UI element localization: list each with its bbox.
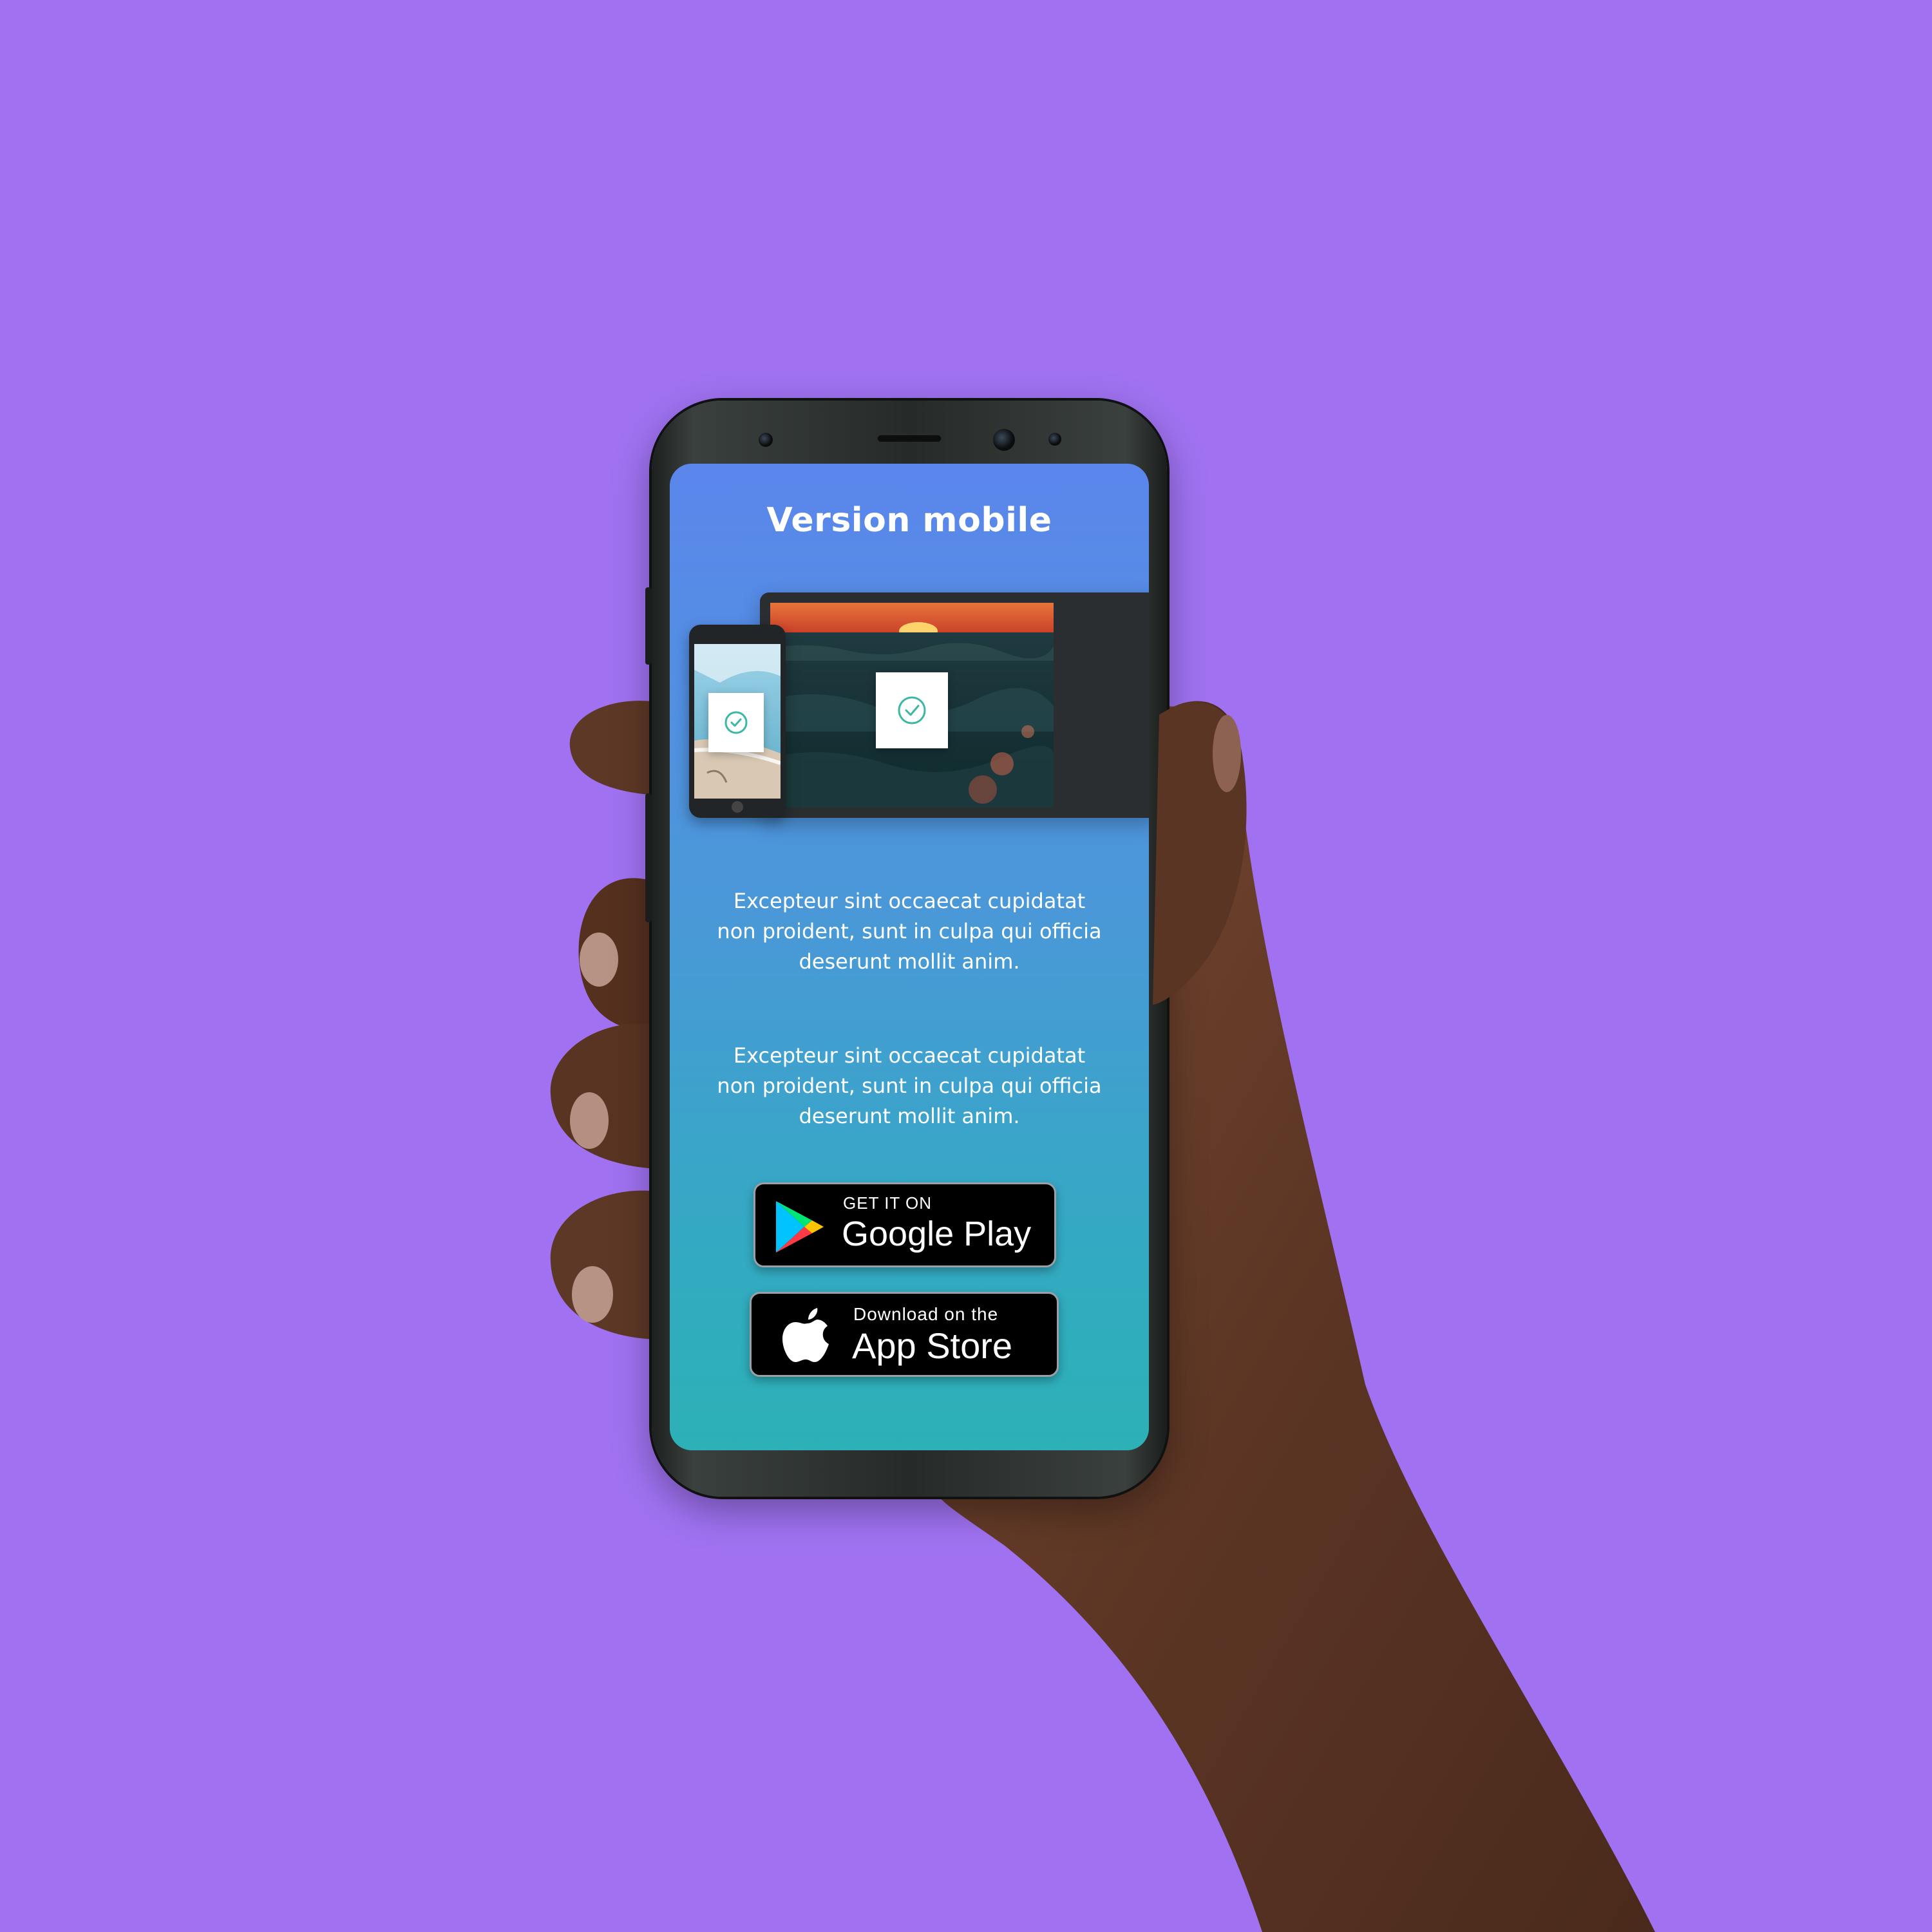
google-play-icon <box>776 1201 824 1253</box>
page-title: Version mobile <box>766 501 1052 540</box>
phone-device: Version mobile Excepteur sint occaecat c… <box>645 401 1167 1497</box>
volume-button <box>645 587 652 665</box>
bixby-button <box>645 793 652 922</box>
tablet-screen <box>770 603 1054 808</box>
mini-phone-mockup <box>689 625 786 818</box>
app-store-button[interactable]: Download on the App Store <box>750 1292 1059 1377</box>
phone-screen: Version mobile Excepteur sint occaecat c… <box>670 464 1149 1450</box>
google-play-small-label: GET IT ON <box>843 1193 933 1213</box>
app-store-small-label: Download on the <box>853 1304 999 1324</box>
check-circle-icon <box>898 696 926 724</box>
devices-illustration <box>689 592 1149 824</box>
google-play-big-label: Google Play <box>842 1215 1032 1253</box>
google-play-button[interactable]: GET IT ON Google Play <box>753 1182 1056 1267</box>
mini-phone-screen <box>694 644 781 799</box>
description-paragraph-1: Excepteur sint occaecat cupidatat non pr… <box>717 889 1102 974</box>
tablet-check-card <box>876 672 948 748</box>
earpiece-speaker <box>877 434 942 442</box>
app-store-big-label: App Store <box>852 1325 1013 1366</box>
iris-sensor-icon <box>1048 433 1061 446</box>
front-camera-icon <box>993 429 1015 451</box>
home-button <box>732 801 743 813</box>
description-paragraph-2: Excepteur sint occaecat cupidatat non pr… <box>717 1043 1102 1128</box>
apple-icon <box>782 1308 829 1362</box>
mini-check-card <box>708 693 764 752</box>
check-circle-icon <box>724 711 748 734</box>
tablet-mockup <box>760 592 1149 818</box>
sensor-icon <box>759 433 773 447</box>
mockup-stage: Version mobile Excepteur sint occaecat c… <box>0 0 1932 1932</box>
